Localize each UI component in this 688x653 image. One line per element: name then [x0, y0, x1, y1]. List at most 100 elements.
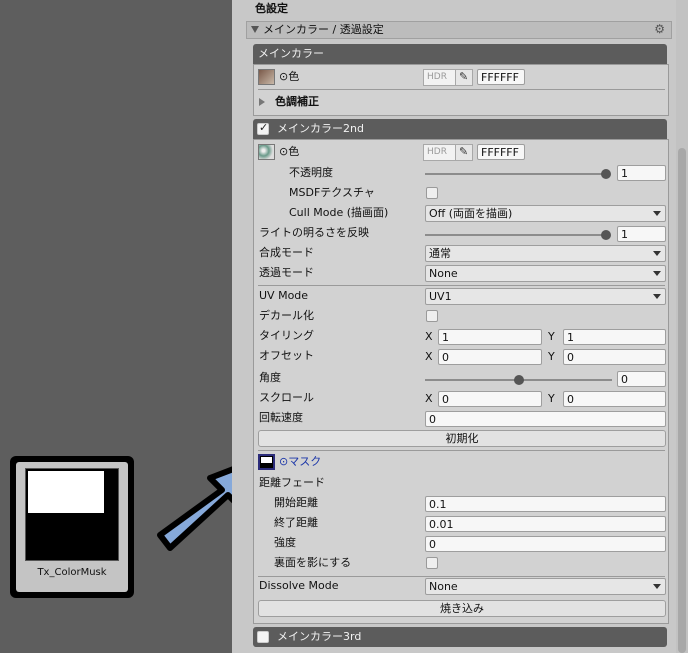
scroll-label: スクロール [259, 391, 314, 404]
cull-mode-select[interactable]: Off (両面を描画) [425, 205, 666, 222]
main-color-2nd-eyedropper-button[interactable]: ✎ [455, 144, 473, 161]
mask-texture-thumb[interactable] [258, 454, 275, 470]
main-color-2nd-texture-thumb[interactable] [258, 144, 275, 160]
main-color-header[interactable]: メインカラー [253, 44, 667, 64]
texture-asset-tile[interactable]: Tx_ColorMusk [10, 456, 134, 598]
main-color-label: ⊙色 [279, 70, 300, 83]
mask-label[interactable]: ⊙マスク [279, 454, 321, 470]
backface-shadow-checkbox[interactable] [426, 557, 438, 569]
offset-x-label: X [425, 350, 433, 363]
fade-strength-label: 強度 [274, 536, 296, 549]
collapse-triangle-icon [251, 26, 259, 33]
rotation-speed-field[interactable]: 0 [425, 411, 666, 427]
rotation-speed-label: 回転速度 [259, 411, 303, 424]
texture-preview-white-region [28, 471, 104, 513]
scroll-y-field[interactable]: 0 [563, 391, 666, 407]
tiling-x-label: X [425, 330, 433, 343]
eyedropper-icon: ✎ [459, 70, 469, 83]
alpha-mode-label: 透過モード [259, 266, 314, 279]
main-color-texture-thumb[interactable] [258, 69, 275, 85]
angle-value-field[interactable]: 0 [617, 371, 666, 387]
tiling-x-field[interactable]: 1 [438, 329, 542, 345]
fade-start-field[interactable]: 0.1 [425, 496, 666, 512]
msdf-checkbox[interactable] [426, 187, 438, 199]
bake-button[interactable]: 焼き込み [258, 600, 666, 617]
light-slider-knob[interactable] [601, 230, 611, 240]
light-value-field[interactable]: 1 [617, 226, 666, 242]
blend-mode-label: 合成モード [259, 246, 314, 259]
cull-mode-value: Off (両面を描画) [429, 207, 513, 220]
main-color-title: メインカラー [258, 47, 324, 60]
light-slider-track[interactable] [425, 234, 608, 236]
opacity-value-field[interactable]: 1 [617, 165, 666, 181]
main-color-eyedropper-button[interactable]: ✎ [455, 69, 473, 86]
opacity-slider-track[interactable] [425, 173, 608, 175]
fade-end-field[interactable]: 0.01 [425, 516, 666, 532]
uv-mode-select[interactable]: UV1 [425, 288, 666, 305]
section-title: 色設定 [255, 2, 288, 15]
main-color-2nd-hdr-badge: HDR [423, 144, 457, 161]
blend-mode-select[interactable]: 通常 [425, 245, 666, 262]
main-color-divider [258, 89, 665, 90]
blend-mode-value: 通常 [429, 247, 451, 260]
chevron-down-icon [653, 271, 661, 276]
chevron-down-icon [653, 294, 661, 299]
tone-correction-label[interactable]: 色調補正 [275, 94, 319, 110]
dissolve-mode-value: None [429, 580, 458, 593]
uv-mode-value: UV1 [429, 290, 452, 303]
reset-button[interactable]: 初期化 [258, 430, 666, 447]
group-header[interactable]: メインカラー / 透過設定 ⚙ [246, 21, 672, 39]
cull-mode-label: Cull Mode (描画面) [289, 206, 389, 219]
main-color-3rd-title: メインカラー3rd [277, 630, 362, 643]
light-reflect-label: ライトの明るさを反映 [259, 226, 369, 239]
offset-y-field[interactable]: 0 [563, 349, 666, 365]
main-color-3rd-enable-checkbox[interactable] [257, 631, 269, 643]
distance-fade-label: 距離フェード [259, 476, 325, 489]
main-color-2nd-title: メインカラー2nd [277, 122, 364, 135]
main-color-2nd-enable-checkbox[interactable]: ✓ [257, 121, 269, 135]
decal-checkbox[interactable] [426, 310, 438, 322]
tiling-y-field[interactable]: 1 [563, 329, 666, 345]
fade-strength-field[interactable]: 0 [425, 536, 666, 552]
alpha-mode-select[interactable]: None [425, 265, 666, 282]
main-color-3rd-header[interactable]: メインカラー3rd [253, 627, 667, 647]
tiling-y-label: Y [548, 330, 555, 343]
main-color-2nd-header[interactable]: メインカラー2nd [253, 119, 667, 139]
main-color-hex-field[interactable]: FFFFFF [477, 69, 525, 85]
chevron-down-icon [653, 584, 661, 589]
fade-start-label: 開始距離 [274, 496, 318, 509]
dissolve-mode-select[interactable]: None [425, 578, 666, 595]
mask-thumb-white-region [261, 457, 272, 463]
opacity-label: 不透明度 [289, 166, 333, 179]
main-color-2nd-label: ⊙色 [279, 145, 300, 158]
dissolve-divider [258, 576, 665, 577]
scrollbar-thumb[interactable] [678, 148, 686, 653]
msdf-label: MSDFテクスチャ [289, 186, 375, 199]
eyedropper-icon: ✎ [459, 145, 469, 158]
offset-y-label: Y [548, 350, 555, 363]
texture-preview [25, 468, 119, 561]
group-title: メインカラー / 透過設定 [263, 23, 384, 36]
scroll-x-field[interactable]: 0 [438, 391, 542, 407]
decal-label: デカール化 [259, 309, 314, 322]
dissolve-mode-label: Dissolve Mode [259, 579, 339, 592]
gear-icon[interactable]: ⚙ [654, 22, 665, 36]
mask-divider [258, 450, 665, 451]
tone-expand-triangle-icon[interactable] [259, 98, 265, 106]
uv-mode-label: UV Mode [259, 289, 309, 302]
tiling-label: タイリング [259, 329, 314, 342]
offset-label: オフセット [259, 349, 314, 362]
angle-slider-knob[interactable] [514, 375, 524, 385]
main-color-hdr-badge: HDR [423, 69, 457, 86]
alpha-mode-value: None [429, 267, 458, 280]
scroll-y-label: Y [548, 392, 555, 405]
offset-x-field[interactable]: 0 [438, 349, 542, 365]
checkmark-icon: ✓ [259, 121, 269, 134]
opacity-slider-knob[interactable] [601, 169, 611, 179]
backface-shadow-label: 裏面を影にする [274, 556, 352, 569]
chevron-down-icon [653, 251, 661, 256]
uv-divider [258, 285, 665, 286]
scroll-x-label: X [425, 392, 433, 405]
main-color-2nd-hex-field[interactable]: FFFFFF [477, 144, 525, 160]
chevron-down-icon [653, 211, 661, 216]
